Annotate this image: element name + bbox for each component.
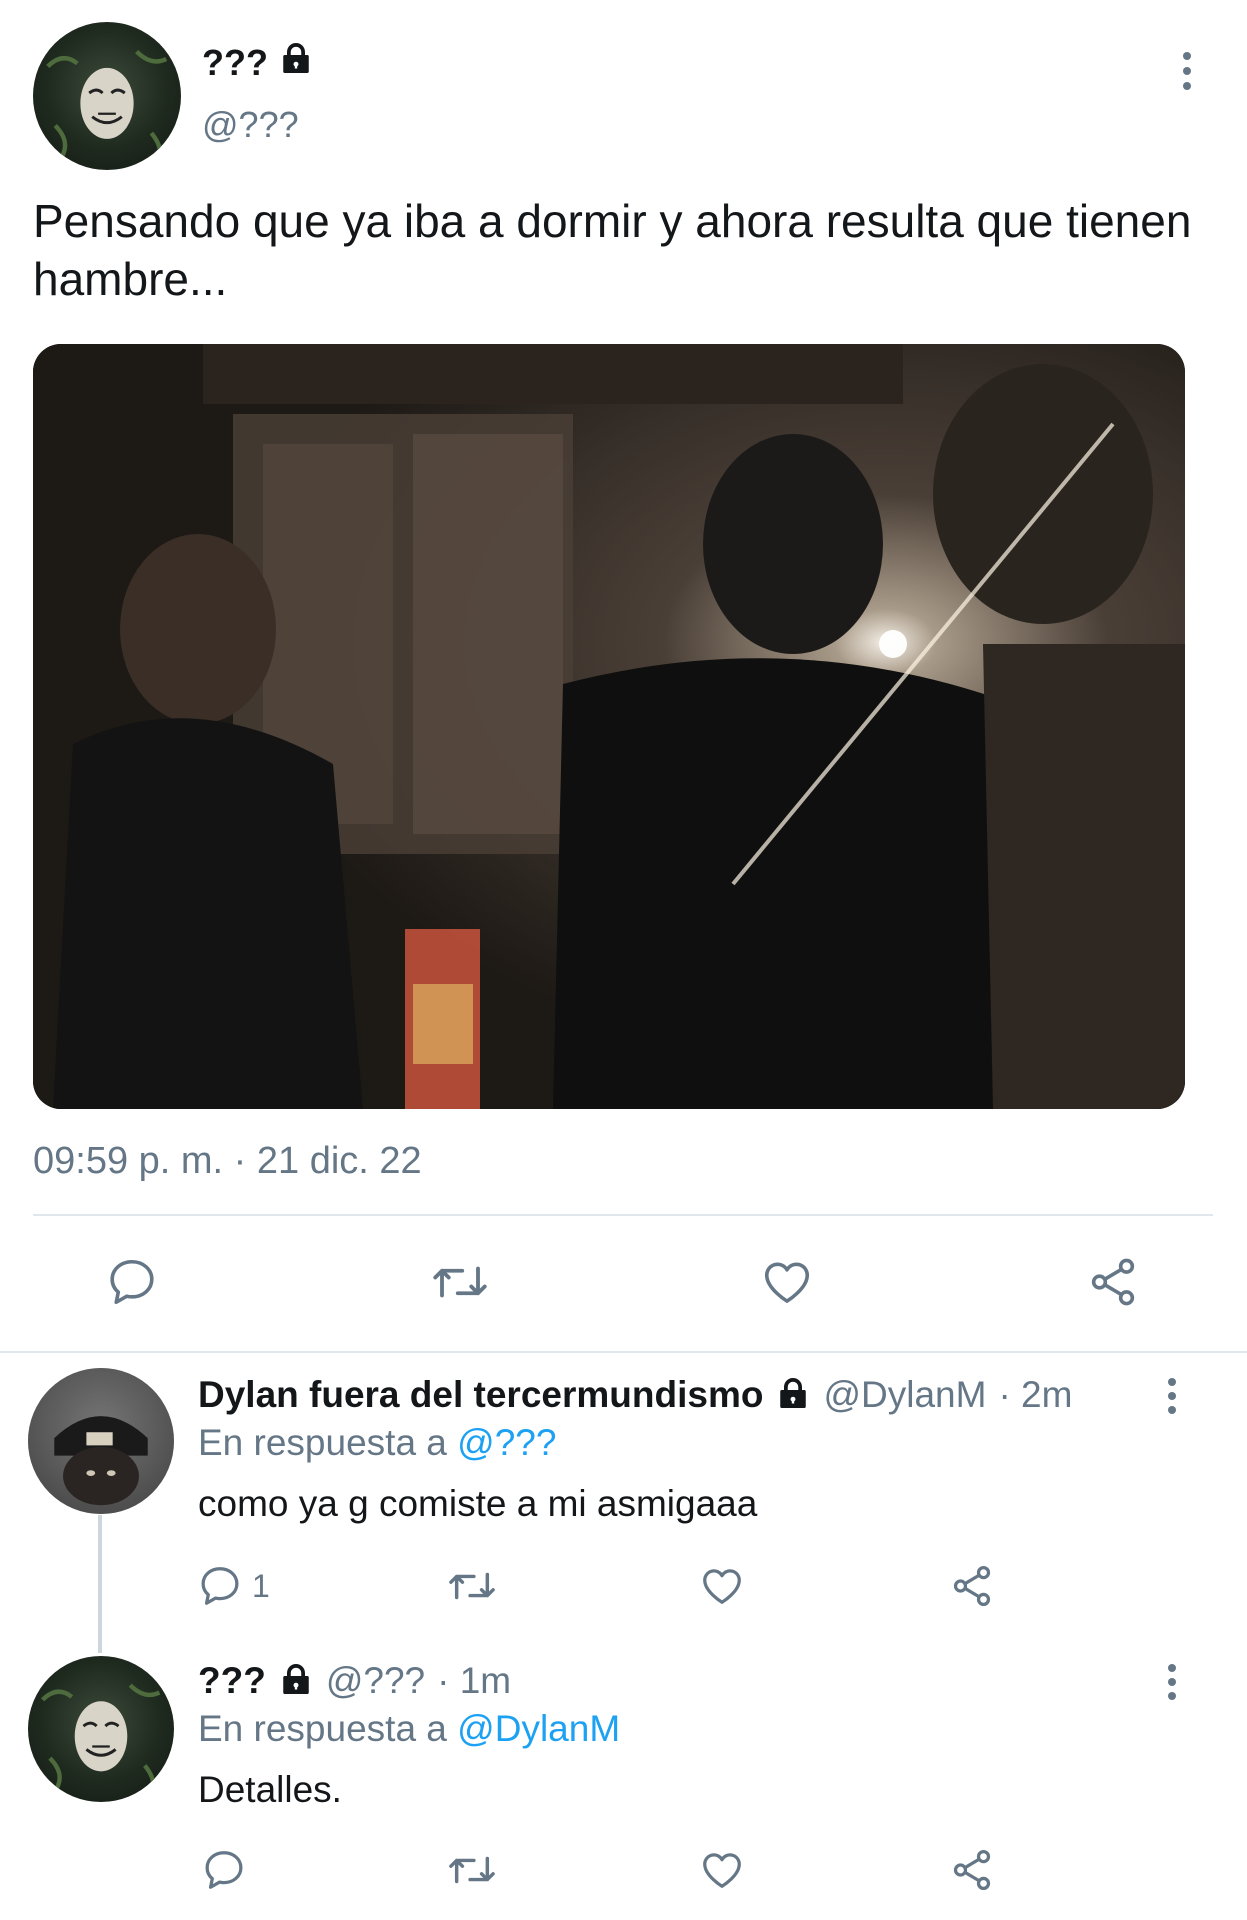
reply-text: como ya g comiste a mi asmigaaa [198, 1483, 758, 1524]
reply-author-avatar[interactable] [28, 1368, 174, 1514]
lock-icon [278, 40, 314, 85]
author-handle[interactable]: @??? [202, 104, 299, 146]
author-name-row: ??? [202, 40, 314, 85]
divider [33, 1214, 1213, 1216]
reply-icon[interactable]: 1 [196, 1558, 270, 1614]
person-avatar-image [28, 1368, 174, 1514]
retweet-icon[interactable] [425, 1252, 495, 1312]
mask-avatar-image [41, 1683, 161, 1792]
mask-avatar-image [46, 49, 168, 160]
tweet-text: Pensando que ya iba a dormir y ahora res… [33, 195, 1192, 305]
like-icon[interactable] [694, 1842, 750, 1898]
reply-more-options-icon[interactable] [1166, 1664, 1178, 1700]
reply-author-handle[interactable]: @DylanM [823, 1374, 986, 1416]
retweet-icon[interactable] [442, 1842, 502, 1898]
more-options-icon[interactable] [1181, 52, 1193, 90]
kitchen-photo [33, 344, 1185, 1109]
section-divider [0, 1351, 1247, 1353]
reply-count: 1 [252, 1567, 270, 1604]
share-icon[interactable] [1083, 1252, 1143, 1312]
reply-more-options-icon[interactable] [1166, 1378, 1178, 1414]
reply-icon[interactable] [196, 1842, 252, 1898]
mention-link[interactable]: @DylanM [457, 1708, 620, 1749]
thread-connector [98, 1515, 102, 1653]
reply-author-handle[interactable]: @??? [326, 1660, 425, 1702]
tweet-timestamp: 09:59 p. m. · 21 dic. 22 [33, 1140, 422, 1182]
mention-link[interactable]: @??? [457, 1422, 556, 1463]
in-reply-to: En respuesta a @DylanM [198, 1708, 620, 1750]
reply-time: · 2m [998, 1374, 1073, 1415]
retweet-icon[interactable] [442, 1558, 502, 1614]
reply-author-avatar[interactable] [28, 1656, 174, 1802]
in-reply-to: En respuesta a @??? [198, 1422, 556, 1464]
lock-icon [775, 1375, 811, 1416]
reply-icon[interactable] [102, 1252, 162, 1312]
reply-author-name[interactable]: Dylan fuera del tercermundismo [198, 1374, 763, 1416]
tweet-photo[interactable] [33, 344, 1185, 1109]
author-avatar[interactable] [33, 22, 181, 170]
in-reply-prefix: En respuesta a [198, 1422, 447, 1463]
share-icon[interactable] [944, 1558, 1000, 1614]
lock-icon [278, 1661, 314, 1702]
reply-header: ??? @??? · 1m [198, 1660, 511, 1702]
in-reply-prefix: En respuesta a [198, 1708, 447, 1749]
author-name[interactable]: ??? [202, 42, 268, 84]
reply-time: · 1m [437, 1660, 512, 1701]
like-icon[interactable] [694, 1558, 750, 1614]
reply-author-name[interactable]: ??? [198, 1660, 266, 1702]
reply-header: Dylan fuera del tercermundismo @DylanM ·… [198, 1374, 1072, 1416]
reply-text: Detalles. [198, 1769, 342, 1810]
like-icon[interactable] [757, 1252, 817, 1312]
share-icon[interactable] [944, 1842, 1000, 1898]
